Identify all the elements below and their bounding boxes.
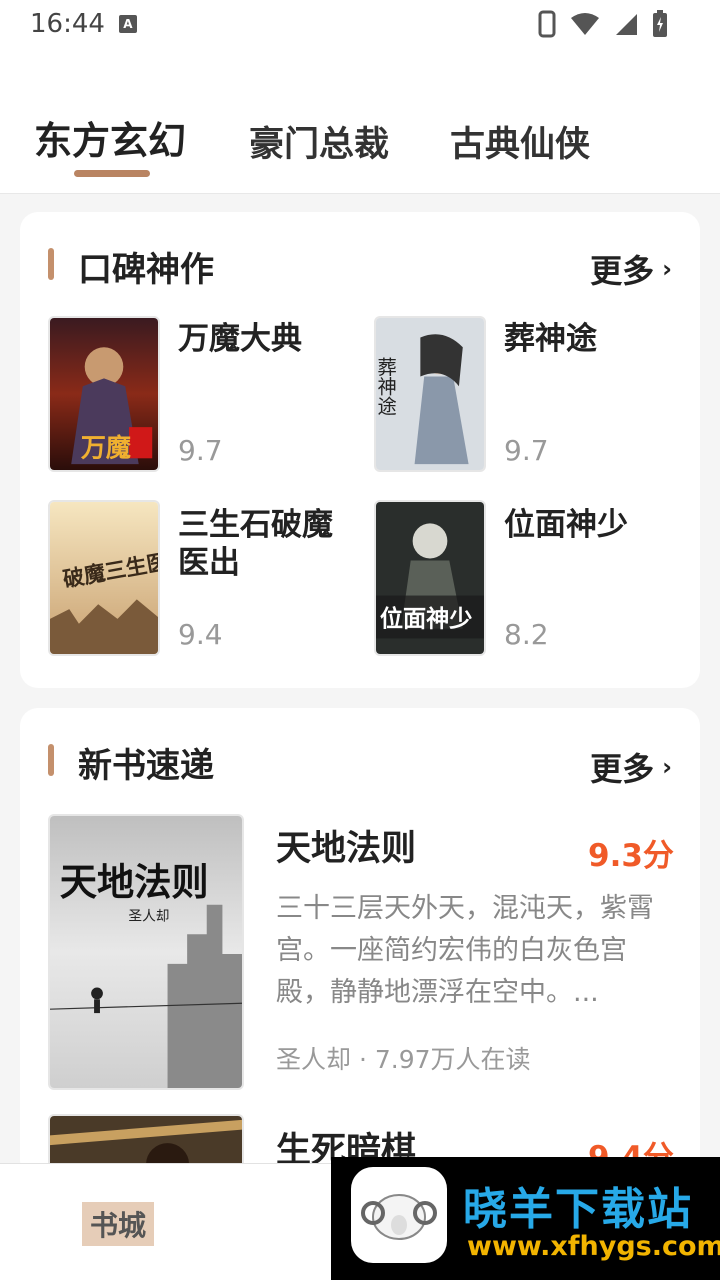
section-accent-bar — [48, 248, 54, 280]
category-tabs: 东方玄幻 豪门总裁 古典仙侠 — [0, 48, 720, 194]
praise-more-button[interactable]: 更多 › — [590, 246, 672, 292]
tab-ceo-romance[interactable]: 豪门总裁 — [249, 116, 389, 167]
book-score: 9.7 — [504, 434, 549, 467]
watermark-title: 晓羊下载站 — [463, 1184, 693, 1235]
phone-icon — [538, 10, 556, 38]
section-accent-bar — [48, 744, 54, 776]
watermark-url: www.xfhygs.com — [467, 1231, 720, 1262]
book-cover[interactable]: 破魔三生医出 — [48, 500, 160, 656]
chevron-right-icon: › — [662, 255, 672, 283]
book-cover[interactable]: 葬神途 — [374, 316, 486, 472]
book-score: 9.3分 — [588, 838, 674, 874]
wifi-icon — [571, 13, 599, 35]
status-bar: 16:44 A — [0, 0, 720, 48]
book-cover[interactable]: 万魔 — [48, 316, 160, 472]
new-more-button[interactable]: 更多 › — [590, 744, 672, 790]
praise-section: 口碑神作 更多 › 万魔 万魔大典 9.7 葬神途 葬神途 9.7 破魔三生医出… — [20, 212, 700, 688]
book-score: 8.2 — [504, 618, 549, 651]
book-cover[interactable]: 位面神少 — [374, 500, 486, 656]
notification-icon: A — [118, 15, 137, 33]
more-label: 更多 — [590, 750, 655, 788]
book-meta: 圣人却 · 7.97万人在读 — [276, 1045, 531, 1074]
book-title: 天地法则 — [276, 829, 417, 869]
signal-icon — [616, 14, 637, 35]
new-books-section: 新书速递 更多 › 天地法则 圣人却 天地法则 9.3分 三十三层天外天，混沌天… — [20, 708, 700, 1178]
cover-text: 葬神途 — [376, 357, 397, 415]
status-icons — [538, 10, 668, 38]
section-title: 新书速递 — [78, 746, 214, 786]
more-label: 更多 — [590, 252, 655, 290]
watermark-overlay: 晓羊下载站 www.xfhygs.com — [331, 1157, 720, 1280]
cover-text: 万魔 — [81, 432, 132, 462]
book-description: 三十三层天外天，混沌天，紫霄宫。一座简约宏伟的白灰色宫殿，静静地漂浮在空中。..… — [276, 893, 654, 1008]
active-tab-indicator — [74, 170, 150, 177]
cover-text: 位面神少 — [380, 606, 473, 633]
book-cover[interactable]: 天地法则 圣人却 — [48, 814, 244, 1090]
book-score: 9.7 — [178, 434, 223, 467]
section-title: 口碑神作 — [78, 250, 214, 290]
nav-bookstore[interactable]: 书城 — [82, 1202, 155, 1246]
book-title: 位面神少 — [504, 507, 628, 543]
book-title: 葬神途 — [504, 321, 597, 357]
book-title: 万魔大典 — [178, 321, 302, 357]
sheep-logo-icon — [351, 1167, 447, 1263]
tab-eastern-fantasy[interactable]: 东方玄幻 — [34, 110, 186, 165]
status-time: 16:44 — [30, 9, 105, 39]
cover-text: 天地法则 — [60, 860, 209, 904]
chevron-right-icon: › — [662, 753, 672, 781]
tab-classic-xianxia[interactable]: 古典仙侠 — [450, 116, 590, 167]
book-title: 三生石破魔医出 — [178, 507, 333, 581]
cover-author: 圣人却 — [128, 908, 169, 924]
book-score: 9.4 — [178, 618, 223, 651]
battery-icon — [653, 10, 667, 37]
